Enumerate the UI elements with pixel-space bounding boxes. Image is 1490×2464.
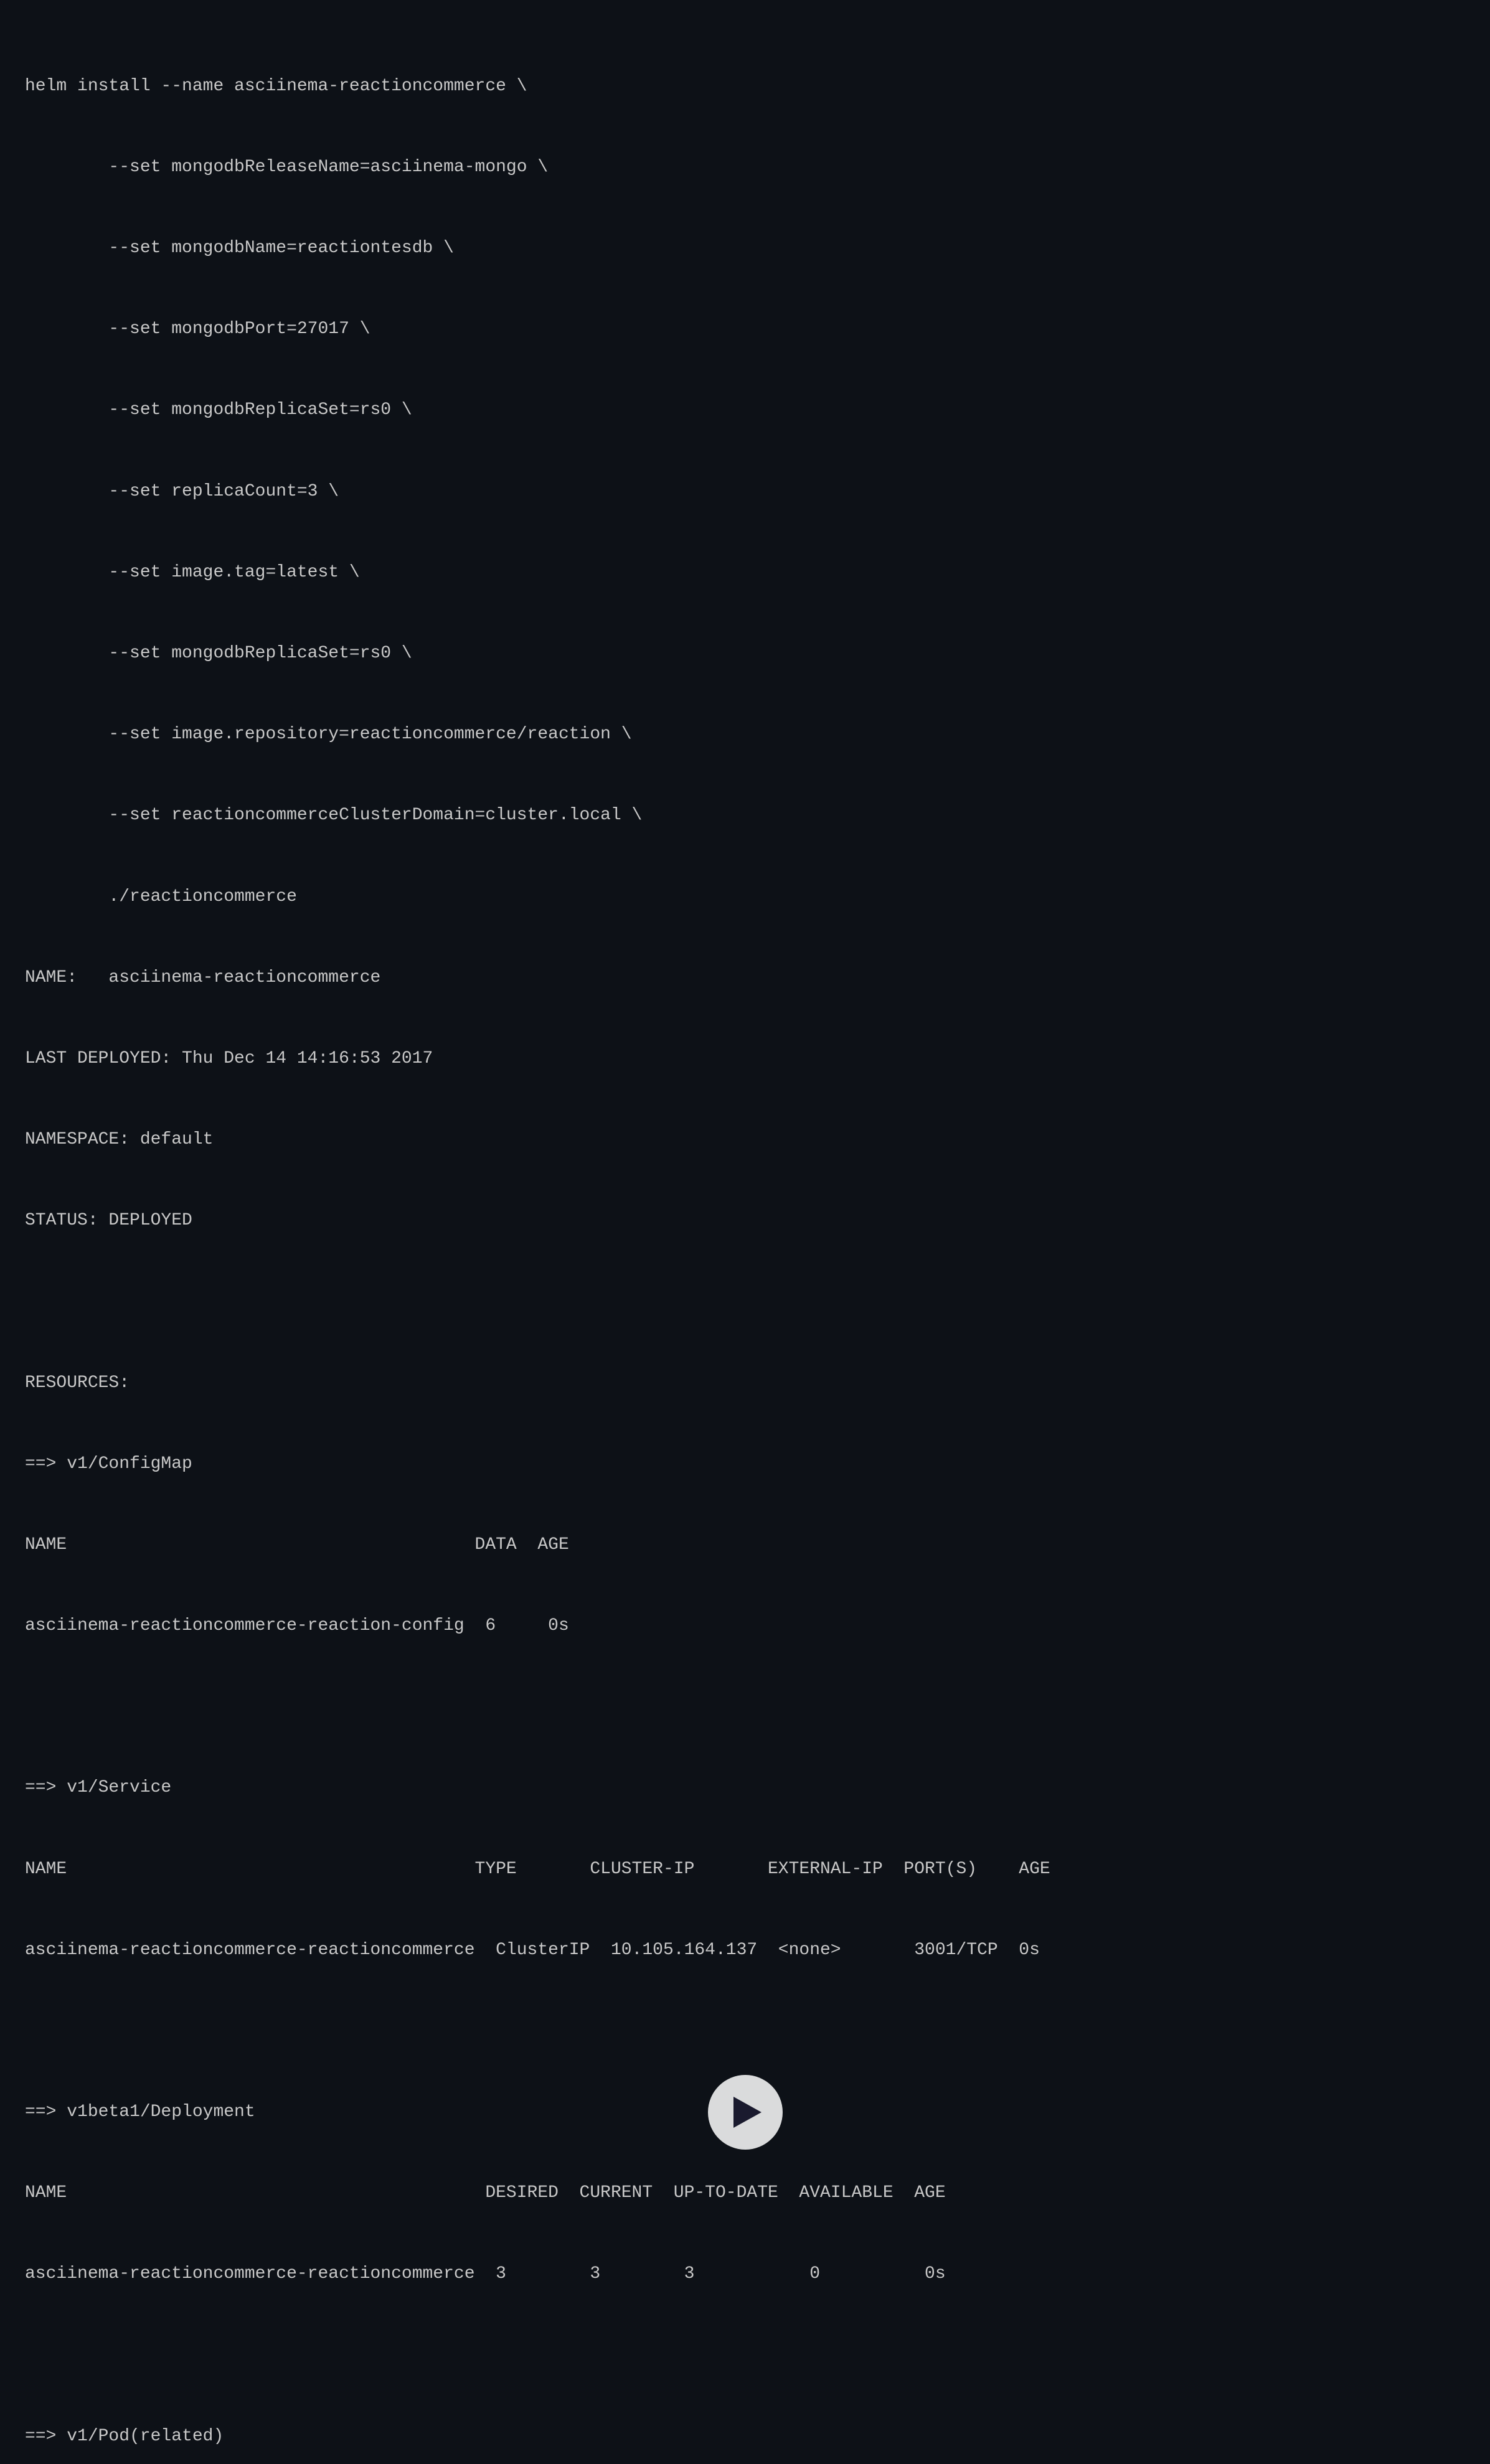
- line-29: [25, 2342, 1465, 2369]
- line-10: --set reactioncommerceClusterDomain=clus…: [25, 802, 1465, 829]
- line-28: asciinema-reactioncommerce-reactioncomme…: [25, 2260, 1465, 2287]
- line-25: [25, 2018, 1465, 2044]
- play-overlay: [708, 2075, 783, 2150]
- line-3: --set mongodbName=reactiontesdb \: [25, 235, 1465, 261]
- line-20: asciinema-reactioncommerce-reaction-conf…: [25, 1612, 1465, 1639]
- line-14: NAMESPACE: default: [25, 1126, 1465, 1153]
- line-21: [25, 1693, 1465, 1720]
- line-27: NAME DESIRED CURRENT UP-TO-DATE AVAILABL…: [25, 2180, 1465, 2206]
- line-22: ==> v1/Service: [25, 1774, 1465, 1801]
- line-17: RESOURCES:: [25, 1370, 1465, 1396]
- line-2: --set mongodbReleaseName=asciinema-mongo…: [25, 154, 1465, 181]
- line-12: NAME: asciinema-reactioncommerce: [25, 964, 1465, 991]
- terminal-window: helm install --name asciinema-reactionco…: [0, 0, 1490, 2464]
- line-4: --set mongodbPort=27017 \: [25, 316, 1465, 342]
- line-6: --set replicaCount=3 \: [25, 478, 1465, 505]
- line-16: [25, 1288, 1465, 1315]
- line-24: asciinema-reactioncommerce-reactioncomme…: [25, 1937, 1465, 1963]
- line-18: ==> v1/ConfigMap: [25, 1451, 1465, 1477]
- line-30: ==> v1/Pod(related): [25, 2423, 1465, 2450]
- line-15: STATUS: DEPLOYED: [25, 1207, 1465, 1234]
- line-19: NAME DATA AGE: [25, 1531, 1465, 1558]
- line-8: --set mongodbReplicaSet=rs0 \: [25, 640, 1465, 667]
- play-button[interactable]: [708, 2075, 783, 2150]
- line-9: --set image.repository=reactioncommerce/…: [25, 721, 1465, 748]
- line-13: LAST DEPLOYED: Thu Dec 14 14:16:53 2017: [25, 1045, 1465, 1072]
- line-23: NAME TYPE CLUSTER-IP EXTERNAL-IP PORT(S)…: [25, 1856, 1465, 1883]
- line-5: --set mongodbReplicaSet=rs0 \: [25, 397, 1465, 423]
- line-7: --set image.tag=latest \: [25, 559, 1465, 586]
- line-1: helm install --name asciinema-reactionco…: [25, 73, 1465, 100]
- line-11: ./reactioncommerce: [25, 883, 1465, 910]
